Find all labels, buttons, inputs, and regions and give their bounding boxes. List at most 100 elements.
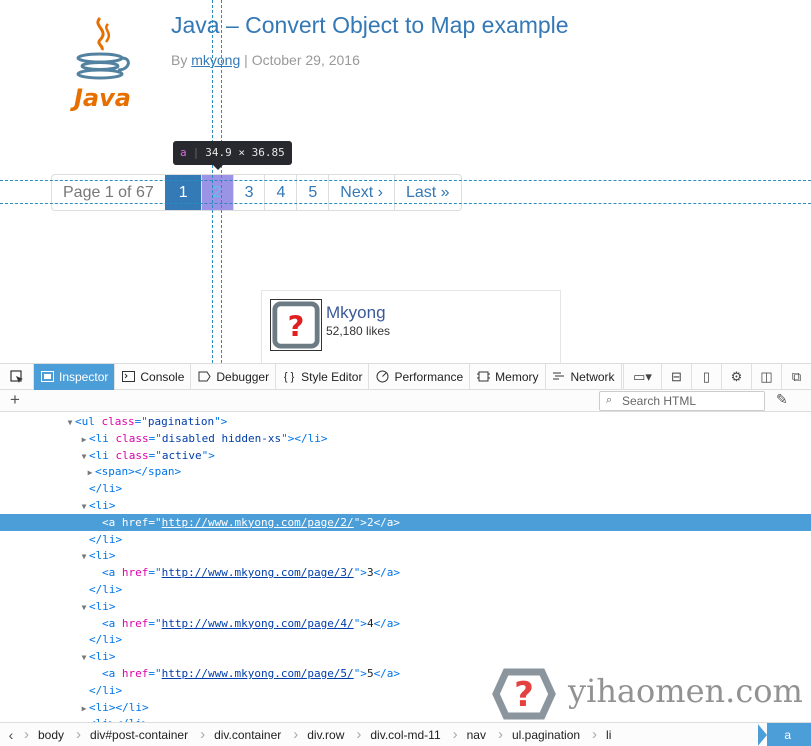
markup-node-line[interactable]: ▼ <li> <box>0 547 811 564</box>
markup-node-line[interactable]: </li> <box>0 631 811 648</box>
markup-token: </li> <box>89 532 123 546</box>
search-input[interactable] <box>622 393 762 409</box>
markup-token: class <box>101 415 135 428</box>
markup-node-line[interactable]: ▼ <li class="active"> <box>0 447 811 464</box>
markup-token: class <box>115 448 149 462</box>
responsive-mode-button[interactable]: ▯ <box>691 363 721 390</box>
markup-token: <li> <box>89 650 116 664</box>
tab-inspector[interactable]: Inspector <box>34 363 116 390</box>
markup-node-line[interactable]: </li> <box>0 581 811 598</box>
markup-node-line[interactable]: ▶<li></li> <box>0 715 811 722</box>
tab-inspector-label: Inspector <box>59 369 109 384</box>
infobar-size: 34.9 × 36.85 <box>205 146 285 159</box>
markup-token: </li> <box>89 482 123 496</box>
markup-href-link[interactable]: http://www.mkyong.com/page/5/ <box>162 667 354 680</box>
markup-token: =" <box>148 566 162 580</box>
expand-twisty-closed-icon[interactable]: ▶ <box>85 464 95 481</box>
markup-node-line[interactable]: </li> <box>0 480 811 497</box>
breadcrumb-scroll-left-icon[interactable]: ‹ <box>0 727 22 743</box>
memory-icon <box>476 371 490 383</box>
markup-node-line[interactable]: ▶<li></li> <box>0 699 811 716</box>
author-link[interactable]: mkyong <box>191 52 240 68</box>
markup-node-line[interactable]: ▼ <li> <box>0 497 811 514</box>
markup-node-line[interactable]: <a href="http://www.mkyong.com/page/4/">… <box>0 615 811 632</box>
breadcrumb-item[interactable]: ul.pagination <box>496 723 590 746</box>
markup-token: "> <box>353 515 367 529</box>
markup-token: <li></li> <box>89 700 149 714</box>
markup-href-link[interactable]: http://www.mkyong.com/page/3/ <box>162 566 354 579</box>
tab-debugger-label: Debugger <box>216 369 270 384</box>
markup-token: </a> <box>373 566 401 580</box>
markup-node-line[interactable]: <a href="http://www.mkyong.com/page/3/">… <box>0 564 811 581</box>
split-console-button[interactable]: ⊟ <box>661 363 691 390</box>
element-picker-button[interactable] <box>0 363 34 390</box>
breadcrumb-item[interactable]: div#post-container <box>74 723 198 746</box>
breadcrumb-item[interactable]: div.col-md-11 <box>354 723 450 746</box>
breadcrumb-item[interactable]: a <box>757 722 811 746</box>
settings-button[interactable]: ⚙ <box>721 363 751 390</box>
markup-token: </a> <box>373 515 401 529</box>
expand-twisty-open-icon[interactable]: ▼ <box>79 548 89 565</box>
avatar[interactable]: ? <box>270 299 322 351</box>
markup-token: <span></span> <box>95 465 182 479</box>
markup-token: </li> <box>89 633 123 647</box>
expand-twisty-open-icon[interactable]: ▼ <box>79 448 89 465</box>
markup-node-line[interactable]: <a href="http://www.mkyong.com/page/2/">… <box>0 513 811 531</box>
expand-twisty-open-icon[interactable]: ▼ <box>79 649 89 666</box>
markup-href-link[interactable]: http://www.mkyong.com/page/4/ <box>162 617 354 630</box>
markup-node-line[interactable]: ▶ <li class="disabled hidden-xs"></li> <box>0 430 811 447</box>
highlighter-guide-left <box>212 0 213 363</box>
search-html-box[interactable]: ⌕ <box>599 391 765 411</box>
tab-memory[interactable]: Memory <box>470 363 546 390</box>
breadcrumb-item[interactable]: div.row <box>291 723 354 746</box>
markup-token: <li <box>89 448 116 462</box>
frame-select-button[interactable]: ▭▾ <box>623 363 661 390</box>
markup-token: <a <box>102 515 122 529</box>
separate-window-icon: ⧉ <box>791 368 802 384</box>
expand-twisty-closed-icon[interactable]: ▶ <box>79 700 89 717</box>
markup-token: </a> <box>373 667 401 680</box>
breadcrumb: ‹ bodydiv#post-containerdiv.containerdiv… <box>0 722 811 746</box>
markup-tree[interactable]: ▼ <ul class="pagination"> ▶ <li class="disa… <box>0 412 811 722</box>
expand-twisty-open-icon[interactable]: ▼ <box>79 498 89 515</box>
markup-node-line[interactable]: ▼ <ul class="pagination"> <box>0 413 811 430</box>
breadcrumb-item[interactable]: li <box>590 723 621 746</box>
markup-node-line[interactable]: </li> <box>0 682 811 699</box>
eyedropper-icon[interactable]: ✎ <box>776 391 788 408</box>
split-console-icon: ⊟ <box>671 368 682 384</box>
separate-window-button[interactable]: ⧉ <box>781 363 811 390</box>
markup-node-line[interactable]: </li> <box>0 531 811 548</box>
expand-twisty-open-icon[interactable]: ▼ <box>65 414 75 431</box>
highlighter-guide-right <box>221 0 222 363</box>
markup-href-link[interactable]: http://www.mkyong.com/page/2/ <box>162 516 354 529</box>
breadcrumb-item[interactable]: body <box>22 723 74 746</box>
tab-performance[interactable]: Performance <box>369 363 471 390</box>
markup-node-line[interactable]: <a href="http://www.mkyong.com/page/5/">… <box>0 665 811 682</box>
markup-token: =" <box>148 431 162 445</box>
dock-side-button[interactable]: ◫ <box>751 363 781 390</box>
markup-node-line[interactable]: ▶ <span></span> <box>0 463 811 480</box>
markup-token: "> <box>214 415 228 428</box>
markup-token: <li <box>89 431 116 445</box>
expand-twisty-open-icon[interactable]: ▼ <box>79 599 89 616</box>
markup-node-line[interactable]: ▼ <li> <box>0 598 811 615</box>
tab-network[interactable]: Network <box>546 363 622 390</box>
add-node-button[interactable]: + <box>10 391 20 409</box>
tab-debugger[interactable]: Debugger <box>191 363 277 390</box>
breadcrumb-item[interactable]: div.container <box>198 723 291 746</box>
element-picker-icon <box>9 369 23 383</box>
tab-console[interactable]: Console <box>115 363 192 390</box>
breadcrumb-item[interactable]: nav <box>451 723 496 746</box>
markup-token: 3 <box>366 566 374 580</box>
debugger-icon <box>197 371 211 383</box>
console-icon <box>121 371 135 383</box>
tab-style-editor[interactable]: { } Style Editor <box>276 363 370 390</box>
expand-twisty-closed-icon[interactable]: ▶ <box>79 431 89 448</box>
markup-token: 5 <box>366 667 374 680</box>
markup-token: "> <box>201 448 215 462</box>
social-page-name[interactable]: Mkyong <box>326 303 386 323</box>
markup-token: <li> <box>89 599 116 613</box>
tab-style-editor-label: Style Editor <box>301 369 363 384</box>
markup-node-line[interactable]: ▼ <li> <box>0 648 811 665</box>
post-title[interactable]: Java – Convert Object to Map example <box>171 12 569 39</box>
